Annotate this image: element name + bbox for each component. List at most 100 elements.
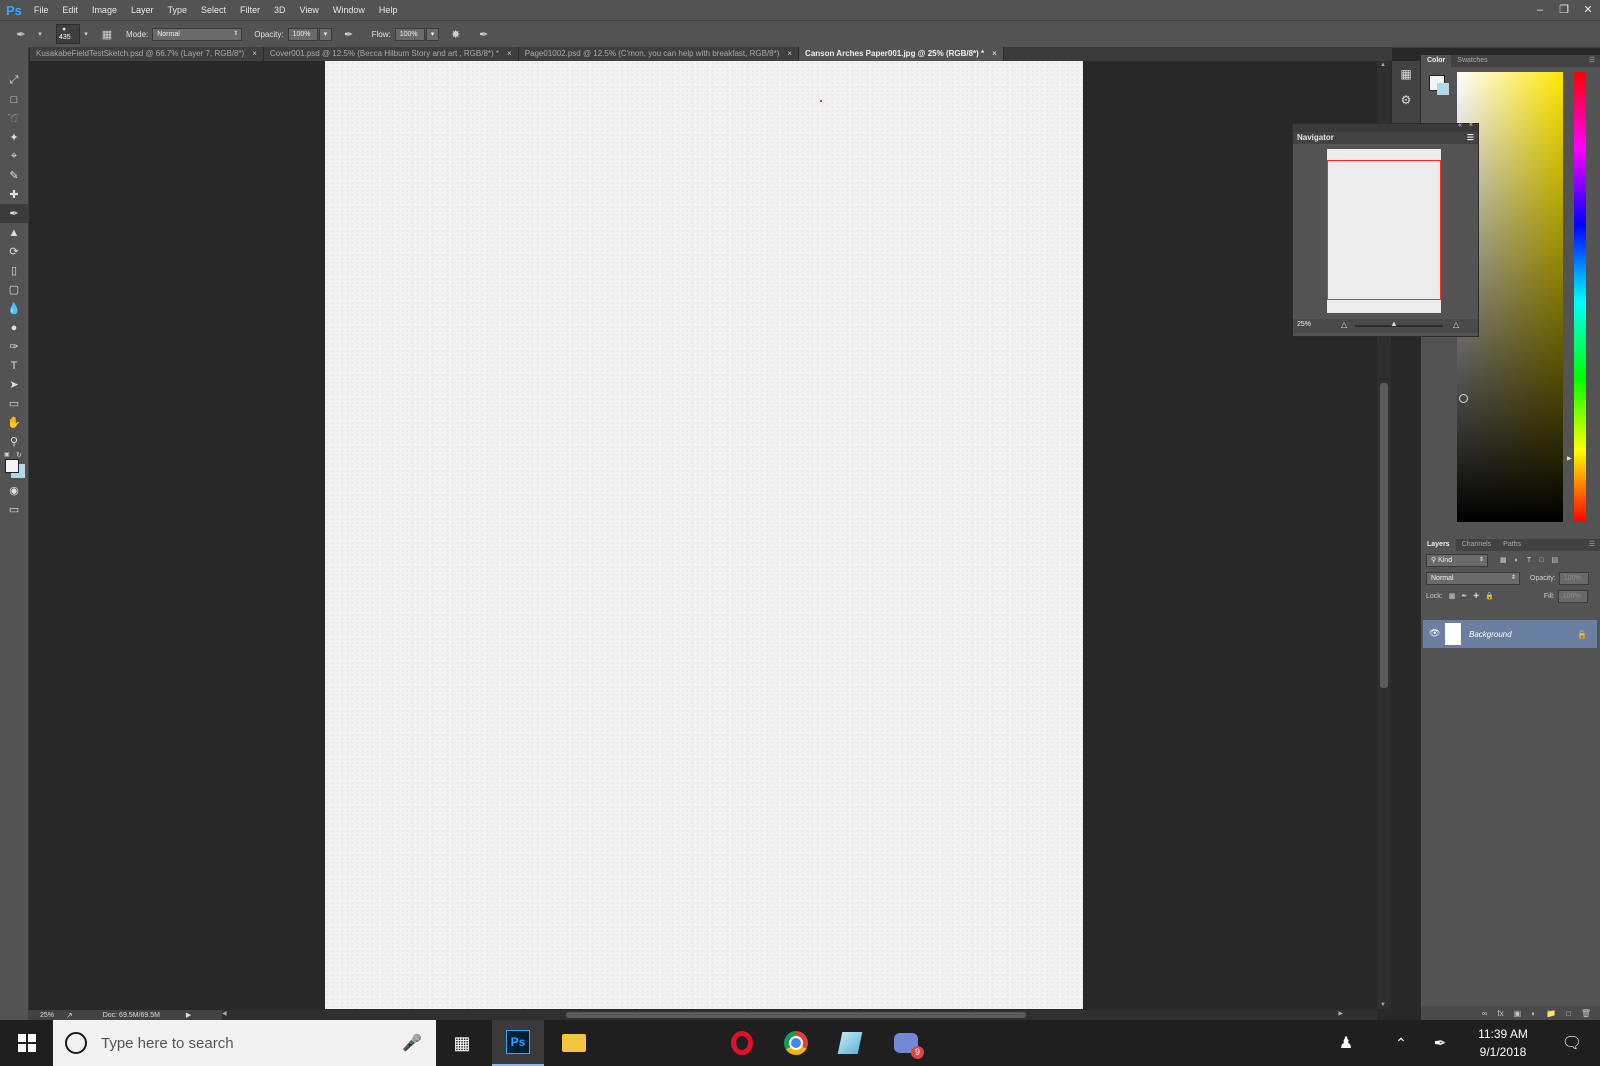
restore-icon[interactable]: ❐ xyxy=(1552,0,1576,20)
default-colors-icon[interactable]: ▣ xyxy=(4,451,10,458)
zoom-in-icon[interactable]: △ xyxy=(1453,320,1459,329)
new-layer-icon[interactable]: □ xyxy=(1566,1009,1571,1018)
chevron-down-icon[interactable]: ▾ xyxy=(82,27,90,41)
properties-panel-icon[interactable]: ⚙ xyxy=(1392,93,1420,107)
panel-menu-icon[interactable]: ☰ xyxy=(1467,132,1474,144)
menu-3d[interactable]: 3D xyxy=(274,5,286,15)
lock-transparent-icon[interactable]: ▦ xyxy=(1449,592,1456,600)
menu-type[interactable]: Type xyxy=(167,5,187,15)
windows-start-button[interactable] xyxy=(0,1020,53,1066)
brush-size-picker[interactable]: ● 435 xyxy=(56,24,80,44)
taskbar-clock[interactable]: 11:39 AM 9/1/2018 xyxy=(1465,1025,1541,1061)
horizontal-scrollbar[interactable]: ◀ ▶ xyxy=(222,1010,1377,1020)
panel-menu-icon[interactable]: ☰ xyxy=(1583,55,1600,67)
navigator-view-box[interactable] xyxy=(1327,160,1441,300)
background-color-chip[interactable] xyxy=(1437,83,1449,95)
color-picker-cursor[interactable] xyxy=(1459,394,1468,403)
taskbar-opera[interactable] xyxy=(716,1020,768,1066)
menu-select[interactable]: Select xyxy=(201,5,226,15)
close-icon[interactable]: × xyxy=(787,49,792,58)
scroll-right-icon[interactable]: ▶ xyxy=(1338,1010,1343,1017)
filter-adjustment-icon[interactable]: ◐ xyxy=(1515,557,1519,564)
brush-tool-preset-icon[interactable]: ✒ xyxy=(14,27,28,41)
lock-all-icon[interactable]: 🔒 xyxy=(1485,592,1494,600)
menu-view[interactable]: View xyxy=(300,5,319,15)
zoom-slider-thumb-icon[interactable]: ▲ xyxy=(1390,319,1398,328)
gradient-tool-icon[interactable]: ▢ xyxy=(0,280,28,299)
filter-type-icon[interactable]: T xyxy=(1527,557,1531,564)
close-icon[interactable]: × xyxy=(992,49,997,58)
adjustment-layer-icon[interactable]: ◐ xyxy=(1531,1009,1536,1018)
layer-row-background[interactable]: 👁 Background 🔒 xyxy=(1423,620,1597,648)
brush-panel-toggle-icon[interactable]: ▦ xyxy=(100,27,114,41)
chevron-down-icon[interactable]: ▾ xyxy=(36,27,44,41)
action-center-icon[interactable]: 🗨 xyxy=(1550,1020,1594,1066)
menu-help[interactable]: Help xyxy=(379,5,398,15)
close-icon[interactable]: × xyxy=(1469,122,1473,129)
document-canvas[interactable] xyxy=(325,61,1083,1009)
menu-filter[interactable]: Filter xyxy=(240,5,260,15)
taskbar-search-box[interactable]: Type here to search 🎤 xyxy=(53,1020,436,1066)
zoom-out-icon[interactable]: △ xyxy=(1341,320,1347,329)
flow-slider-toggle[interactable]: ▾ xyxy=(425,27,439,41)
rectangle-tool-icon[interactable]: ▭ xyxy=(0,394,28,413)
horizontal-scroll-thumb[interactable] xyxy=(566,1012,1026,1018)
status-menu-icon[interactable]: ▶ xyxy=(186,1011,191,1019)
share-icon[interactable]: ↗ xyxy=(66,1011,73,1020)
show-hidden-icons-icon[interactable]: ⌃ xyxy=(1386,1020,1416,1066)
dodge-tool-icon[interactable]: ● xyxy=(0,318,28,337)
visibility-eye-icon[interactable]: 👁 xyxy=(1429,628,1440,639)
menu-edit[interactable]: Edit xyxy=(62,5,78,15)
scroll-left-icon[interactable]: ◀ xyxy=(222,1010,227,1017)
people-icon[interactable]: ♟ xyxy=(1330,1020,1362,1066)
tab-swatches[interactable]: Swatches xyxy=(1451,55,1493,67)
taskbar-discord[interactable]: 9 xyxy=(880,1020,932,1066)
quick-mask-icon[interactable]: ◉ xyxy=(0,481,28,500)
taskbar-app[interactable] xyxy=(824,1020,876,1066)
tab-color[interactable]: Color xyxy=(1421,55,1452,67)
marquee-tool-icon[interactable]: □ xyxy=(0,90,28,109)
microphone-icon[interactable]: 🎤 xyxy=(402,1033,422,1053)
taskbar-photoshop[interactable]: Ps xyxy=(492,1020,544,1066)
magic-wand-tool-icon[interactable]: ✦ xyxy=(0,128,28,147)
tab-canson-arches[interactable]: Canson Arches Paper001.jpg @ 25% (RGB/8*… xyxy=(799,47,1004,61)
taskbar-chrome[interactable] xyxy=(770,1020,822,1066)
swap-colors-icon[interactable]: ↻ xyxy=(16,451,22,459)
add-mask-icon[interactable]: ▣ xyxy=(1514,1009,1522,1018)
collapse-icon[interactable]: « xyxy=(1458,122,1462,129)
task-view-icon[interactable]: ▦ xyxy=(436,1020,488,1066)
history-brush-tool-icon[interactable]: ⟳ xyxy=(0,242,28,261)
blur-tool-icon[interactable]: 💧 xyxy=(0,299,28,318)
hue-slider[interactable] xyxy=(1574,72,1586,522)
minimize-icon[interactable]: – xyxy=(1528,0,1552,20)
filter-smart-object-icon[interactable]: ▤ xyxy=(1551,556,1558,564)
navigator-header[interactable]: « × xyxy=(1293,122,1478,132)
scroll-down-icon[interactable]: ▼ xyxy=(1380,1002,1386,1008)
scroll-up-icon[interactable]: ▲ xyxy=(1380,62,1386,68)
delete-layer-icon[interactable]: 🗑 xyxy=(1581,1009,1591,1018)
panel-menu-icon[interactable]: ☰ xyxy=(1583,539,1600,551)
pen-ink-icon[interactable]: ✒ xyxy=(1424,1020,1456,1066)
pressure-opacity-icon[interactable]: ✒ xyxy=(342,27,356,41)
airbrush-icon[interactable]: ✸ xyxy=(449,27,463,41)
close-icon[interactable]: × xyxy=(507,49,512,58)
layer-opacity-field[interactable]: 100% xyxy=(1558,571,1589,585)
menu-window[interactable]: Window xyxy=(333,5,365,15)
path-selection-tool-icon[interactable]: ➤ xyxy=(0,375,28,394)
history-panel-icon[interactable]: ▦ xyxy=(1392,67,1420,81)
close-icon[interactable]: × xyxy=(252,49,257,58)
tab-cover001[interactable]: Cover001.psd @ 12.5% (Becca Hilbum Story… xyxy=(263,47,519,61)
zoom-level[interactable]: 25% xyxy=(40,1012,54,1019)
foreground-color-swatch[interactable] xyxy=(5,459,19,473)
kind-filter-select[interactable]: ⚲ Kind ⇕ xyxy=(1426,553,1488,567)
lock-position-icon[interactable]: ✚ xyxy=(1473,592,1479,600)
tab-channels[interactable]: Channels xyxy=(1456,539,1498,551)
hue-slider-arrow-icon[interactable]: ▶ xyxy=(1567,455,1572,462)
new-group-icon[interactable]: 📁 xyxy=(1546,1009,1556,1018)
hand-tool-icon[interactable]: ✋ xyxy=(0,413,28,432)
zoom-tool-icon[interactable]: ⚲ xyxy=(0,432,28,451)
filter-shape-icon[interactable]: □ xyxy=(1539,557,1543,564)
crop-tool-icon[interactable]: ⌖ xyxy=(0,147,28,166)
menu-image[interactable]: Image xyxy=(92,5,117,15)
opacity-field[interactable]: 100% xyxy=(287,27,318,41)
